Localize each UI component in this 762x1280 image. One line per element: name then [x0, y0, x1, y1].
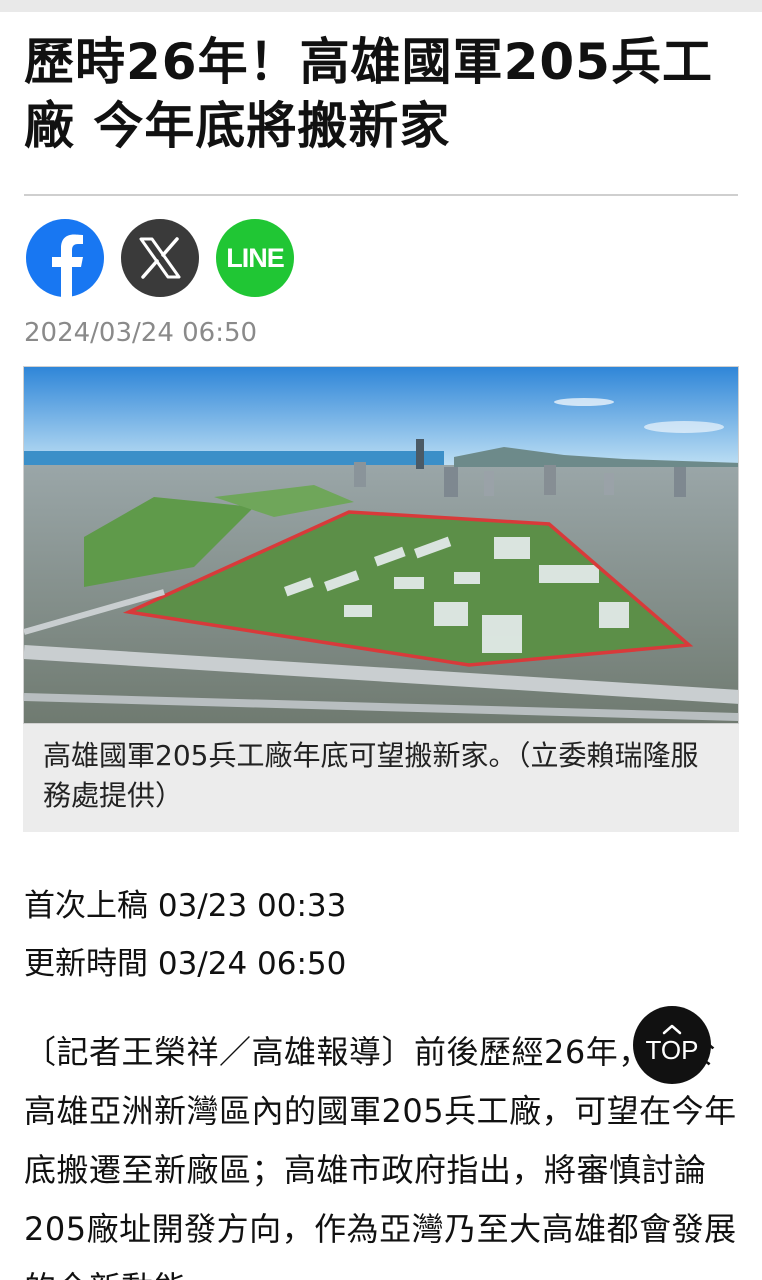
line-share-button[interactable]: LINE [216, 219, 294, 297]
first-published-time: 首次上稿 03/23 00:33 [24, 888, 347, 924]
article-headline: 歷時26年！高雄國軍205兵工廠 今年底將搬新家 [24, 33, 713, 155]
x-share-button[interactable] [121, 219, 199, 297]
facebook-icon [52, 234, 83, 297]
top-bar [0, 0, 762, 12]
article-body: 〔記者王榮祥／高雄報導〕前後歷經26年，位於高雄亞洲新灣區內的國軍205兵工廠，… [24, 1033, 737, 1280]
photo-caption: 高雄國軍205兵工廠年底可望搬新家。（立委賴瑞隆服務處提供） [43, 739, 699, 812]
article-photo[interactable] [23, 366, 739, 724]
line-icon: LINE [226, 242, 285, 273]
facebook-share-button[interactable] [26, 219, 104, 297]
scroll-to-top-button[interactable]: TOP [633, 1006, 711, 1084]
x-icon [139, 237, 181, 279]
photo-caption-box: 高雄國軍205兵工廠年底可望搬新家。（立委賴瑞隆服務處提供） [23, 724, 739, 832]
publish-date: 2024/03/24 06:50 [24, 318, 258, 348]
scroll-to-top-label: TOP [645, 1035, 699, 1065]
divider [24, 194, 738, 196]
updated-time: 更新時間 03/24 06:50 [24, 946, 347, 982]
chevron-up-icon [662, 1024, 682, 1035]
share-buttons: LINE [26, 219, 294, 297]
